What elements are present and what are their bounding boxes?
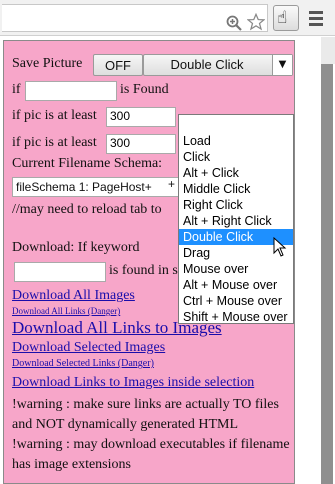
keyword-input[interactable]	[25, 81, 117, 101]
dropdown-option[interactable]: Alt + Mouse over	[179, 277, 293, 293]
dropdown-option[interactable]: Click	[179, 149, 293, 165]
download-selected-links-danger-link[interactable]: Download Selected Links (Danger)	[12, 358, 154, 369]
extension-button[interactable]: ☝	[273, 5, 299, 31]
schema-label: Current Filename Schema:	[12, 156, 163, 171]
trigger-select-value: Double Click	[170, 57, 244, 72]
download-all-images-link[interactable]: Download All Images	[12, 288, 135, 304]
schema-select[interactable]: fileSchema 1: PageHost+	[12, 177, 187, 197]
min-width-label: if pic is at least	[12, 108, 97, 123]
hamburger-menu-icon[interactable]	[306, 8, 326, 28]
chevron-down-icon: ▼	[272, 55, 292, 75]
dropdown-option[interactable]: Middle Click	[179, 181, 293, 197]
dropdown-option[interactable]: Shift + Mouse over	[179, 309, 293, 325]
scrollbar-thumb[interactable]	[321, 64, 333, 484]
dropdown-option[interactable]: Alt + Right Click	[179, 213, 293, 229]
download-keyword-input[interactable]	[14, 262, 106, 282]
trigger-select[interactable]: Double Click ▼	[143, 54, 293, 76]
hand-cursor-icon: ☝	[277, 8, 288, 28]
extension-popup: Save Picture OFF Double Click ▼ if is Fo…	[3, 40, 295, 484]
download-links-inside-selection-link[interactable]: Download Links to Images inside selectio…	[12, 375, 254, 391]
min-width-input[interactable]: 300	[106, 107, 176, 127]
warning-text-executables: !warning : may download executables if f…	[12, 437, 290, 472]
dropdown-option[interactable]: Mouse over	[179, 261, 293, 277]
download-all-links-danger-link[interactable]: Download All Links (Danger)	[12, 306, 120, 316]
dropdown-option[interactable]: Alt + Click	[179, 165, 293, 181]
browser-toolbar: ☝	[0, 0, 335, 36]
mouse-pointer-icon	[273, 237, 287, 257]
min-height-label: if pic is at least	[12, 135, 97, 150]
is-found-label: is Found	[120, 82, 169, 97]
dropdown-option[interactable]: Load	[179, 133, 293, 149]
if-label: if	[12, 82, 21, 97]
dropdown-option[interactable]: Ctrl + Mouse over	[179, 293, 293, 309]
is-found-in-label: is found in s	[109, 263, 178, 278]
warning-text-links: !warning : make sure links are actually …	[12, 397, 279, 432]
min-height-input[interactable]: 300	[106, 134, 176, 154]
save-picture-label: Save Picture	[12, 56, 83, 71]
plus-sign: +	[168, 177, 176, 191]
address-bar[interactable]	[2, 4, 268, 32]
reload-note: //may need to reload tab to	[12, 202, 162, 217]
download-selected-images-link[interactable]: Download Selected Images	[12, 340, 165, 356]
magnifier-icon[interactable]	[226, 15, 242, 31]
star-icon[interactable]	[247, 13, 265, 31]
dropdown-option[interactable]: Right Click	[179, 197, 293, 213]
scrollbar-track	[321, 37, 335, 64]
trigger-dropdown-list[interactable]: Load Click Alt + Click Middle Click Right Cl…	[178, 114, 294, 324]
download-keyword-label: Download: If keyword	[12, 240, 140, 255]
off-button[interactable]: OFF	[93, 54, 143, 76]
